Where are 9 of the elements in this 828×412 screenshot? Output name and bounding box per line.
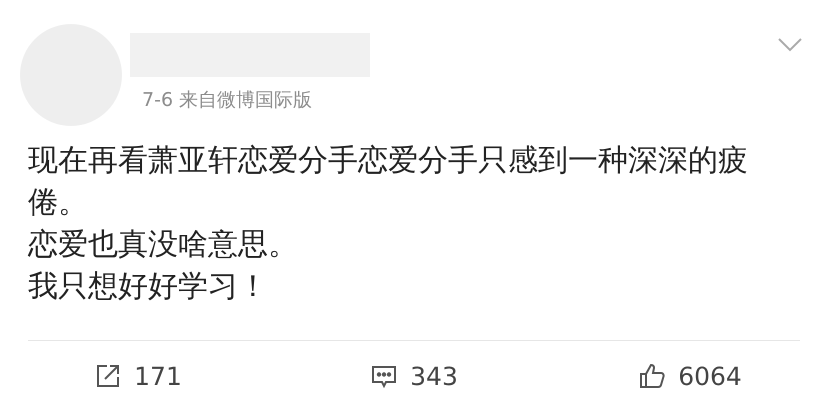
- share-count[interactable]: 171: [134, 362, 182, 390]
- chevron-down-icon[interactable]: [778, 38, 802, 52]
- like-count[interactable]: 6064: [678, 362, 742, 390]
- comment-count[interactable]: 343: [410, 362, 458, 390]
- post-text: 现在再看萧亚轩恋爱分手恋爱分手只感到一种深深的疲倦。: [28, 142, 749, 222]
- post-text: 我只想好好学习！: [28, 268, 269, 306]
- post-meta: 7-6 来自微博国际版: [142, 88, 314, 113]
- thumbs-up-icon: [638, 362, 666, 390]
- post-text: 恋爱也真没啥意思。: [28, 226, 299, 264]
